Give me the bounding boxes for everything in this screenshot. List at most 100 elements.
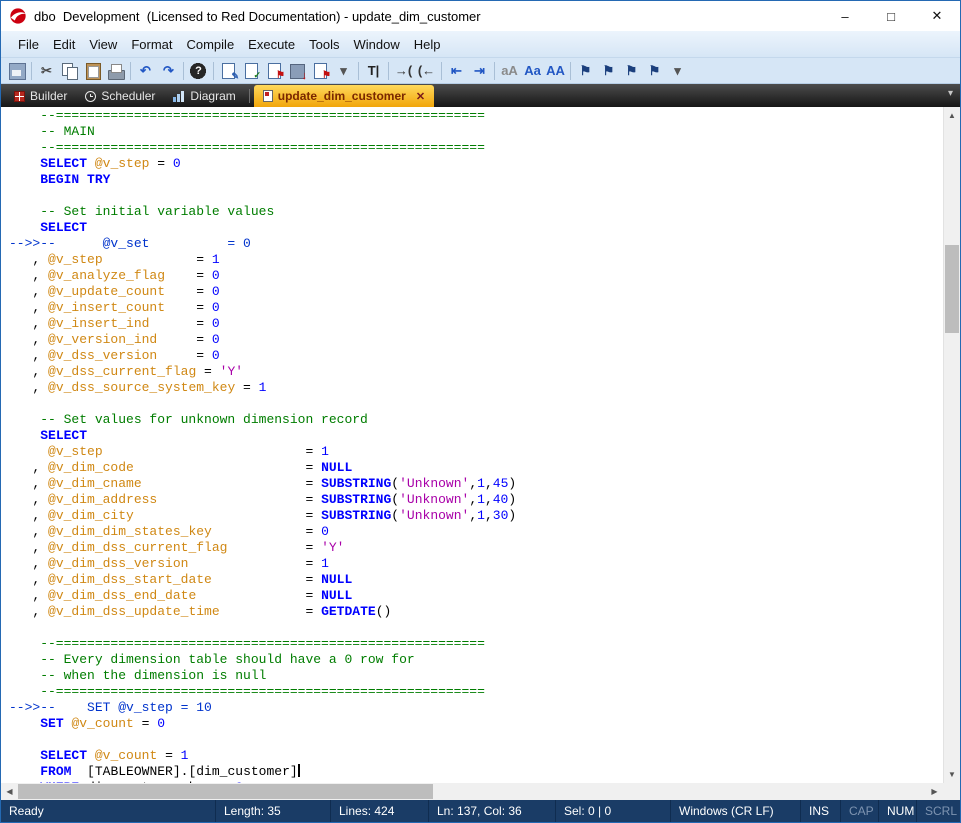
code-token: , bbox=[9, 572, 48, 587]
save-compile-icon[interactable] bbox=[286, 60, 309, 82]
dropdown-icon[interactable]: ▾ bbox=[332, 60, 355, 82]
menu-help[interactable]: Help bbox=[407, 33, 448, 56]
code-line: -- Set initial variable values bbox=[9, 204, 943, 220]
copy-icon[interactable] bbox=[58, 60, 81, 82]
code-token: 0 bbox=[212, 316, 220, 331]
menu-compile[interactable]: Compile bbox=[179, 33, 241, 56]
code-line: -- MAIN bbox=[9, 124, 943, 140]
print-icon[interactable] bbox=[104, 60, 127, 82]
code-token: @v_dim_address bbox=[48, 492, 157, 507]
code-line: , @v_dss_source_system_key = 1 bbox=[9, 380, 943, 396]
menu-window[interactable]: Window bbox=[347, 33, 407, 56]
code-token: -- when the dimension is null bbox=[9, 668, 266, 683]
titlecase-icon[interactable]: Aa bbox=[521, 60, 544, 82]
code-token: () bbox=[376, 604, 392, 619]
menubar: FileEditViewFormatCompileExecuteToolsWin… bbox=[1, 31, 960, 57]
code-token: , bbox=[9, 284, 48, 299]
tab-update_dim_customer[interactable]: update_dim_customer✕ bbox=[254, 85, 434, 107]
toolbar-separator bbox=[570, 62, 571, 80]
close-button[interactable]: ✕ bbox=[914, 1, 960, 31]
maximize-button[interactable]: □ bbox=[868, 1, 914, 31]
vertical-scrollbar-thumb[interactable] bbox=[945, 245, 959, 333]
code-token: ) bbox=[508, 476, 516, 491]
menu-format[interactable]: Format bbox=[124, 33, 179, 56]
menu-tools[interactable]: Tools bbox=[302, 33, 346, 56]
compile-options-icon[interactable] bbox=[309, 60, 332, 82]
code-token: = bbox=[134, 716, 157, 731]
menu-view[interactable]: View bbox=[82, 33, 124, 56]
scroll-up-icon[interactable]: ▲ bbox=[944, 107, 960, 124]
paste-icon[interactable] bbox=[81, 60, 104, 82]
code-token: = bbox=[103, 252, 212, 267]
code-token: = bbox=[212, 572, 321, 587]
code-token: @v_step bbox=[95, 156, 150, 171]
indent-icon[interactable]: ⇥ bbox=[468, 60, 491, 82]
document-check-icon[interactable] bbox=[240, 60, 263, 82]
status-length: Length: 35 bbox=[215, 800, 330, 822]
code-token: 0 bbox=[212, 268, 220, 283]
code-token: , bbox=[9, 300, 48, 315]
code-token bbox=[9, 172, 40, 187]
toolbar-separator bbox=[358, 62, 359, 80]
code-token: = bbox=[196, 364, 219, 379]
menu-file[interactable]: File bbox=[11, 33, 46, 56]
bookmark-clear-icon[interactable]: ⚑ bbox=[643, 60, 666, 82]
help-icon[interactable]: ? bbox=[187, 60, 210, 82]
undo-icon[interactable]: ↶ bbox=[134, 60, 157, 82]
code-token: , bbox=[9, 364, 48, 379]
status-caps-lock: CAP bbox=[840, 800, 878, 822]
bookmark-prev-icon[interactable]: ⚑ bbox=[620, 60, 643, 82]
code-editor[interactable]: --======================================… bbox=[1, 107, 943, 783]
scroll-left-icon[interactable]: ◀ bbox=[1, 783, 18, 800]
horizontal-scrollbar-thumb[interactable] bbox=[18, 784, 433, 799]
scroll-down-icon[interactable]: ▼ bbox=[944, 766, 960, 783]
code-token: = bbox=[157, 348, 212, 363]
redo-icon[interactable]: ↷ bbox=[157, 60, 180, 82]
code-token: @v_dim_cname bbox=[48, 476, 142, 491]
code-token: @v_dim_city bbox=[48, 508, 134, 523]
outdent-icon[interactable]: ⇤ bbox=[445, 60, 468, 82]
save-icon[interactable] bbox=[5, 60, 28, 82]
code-token: , bbox=[9, 556, 48, 571]
match-bracket-next-icon[interactable]: →( bbox=[392, 60, 415, 82]
tab-close-icon[interactable]: ✕ bbox=[416, 90, 425, 103]
code-token: , bbox=[9, 316, 48, 331]
code-line: , @v_dim_dim_states_key = 0 bbox=[9, 524, 943, 540]
code-token: @v_dss_current_flag bbox=[48, 364, 196, 379]
view-source-icon[interactable] bbox=[217, 60, 240, 82]
text-height-icon[interactable]: T| bbox=[362, 60, 385, 82]
scheduler-clock-icon bbox=[85, 91, 96, 102]
code-token: , bbox=[9, 380, 48, 395]
tab-builder[interactable]: Builder bbox=[5, 85, 76, 107]
horizontal-scrollbar[interactable]: ◀ ▶ bbox=[1, 783, 943, 800]
cut-icon[interactable]: ✂ bbox=[35, 60, 58, 82]
code-token: , bbox=[469, 508, 477, 523]
tab-diagram[interactable]: Diagram bbox=[164, 85, 244, 107]
editor-area: --======================================… bbox=[1, 107, 960, 783]
code-line: , @v_insert_count = 0 bbox=[9, 300, 943, 316]
match-bracket-prev-icon[interactable]: (← bbox=[415, 60, 438, 82]
scroll-right-icon[interactable]: ▶ bbox=[926, 783, 943, 800]
menu-edit[interactable]: Edit bbox=[46, 33, 82, 56]
code-line: , @v_dss_current_flag = 'Y' bbox=[9, 364, 943, 380]
code-token: SUBSTRING bbox=[321, 476, 391, 491]
tab-overflow-icon[interactable]: ▾ bbox=[948, 88, 953, 99]
code-token: = bbox=[227, 540, 321, 555]
code-token: 0 bbox=[212, 300, 220, 315]
code-token: SELECT bbox=[40, 220, 87, 235]
code-line: , @v_insert_ind = 0 bbox=[9, 316, 943, 332]
menu-execute[interactable]: Execute bbox=[241, 33, 302, 56]
compile-icon[interactable] bbox=[263, 60, 286, 82]
minimize-button[interactable]: – bbox=[822, 1, 868, 31]
dropdown-icon-2[interactable]: ▾ bbox=[666, 60, 689, 82]
bookmark-next-icon[interactable]: ⚑ bbox=[597, 60, 620, 82]
code-token: NULL bbox=[321, 588, 352, 603]
code-token: = bbox=[165, 268, 212, 283]
lowercase-icon[interactable]: aA bbox=[498, 60, 521, 82]
scrollbar-corner bbox=[943, 783, 960, 800]
tab-scheduler[interactable]: Scheduler bbox=[76, 85, 164, 107]
bookmark-toggle-icon[interactable]: ⚑ bbox=[574, 60, 597, 82]
uppercase-icon[interactable]: AA bbox=[544, 60, 567, 82]
vertical-scrollbar[interactable]: ▲ ▼ bbox=[943, 107, 960, 783]
code-token: 'Unknown' bbox=[399, 492, 469, 507]
